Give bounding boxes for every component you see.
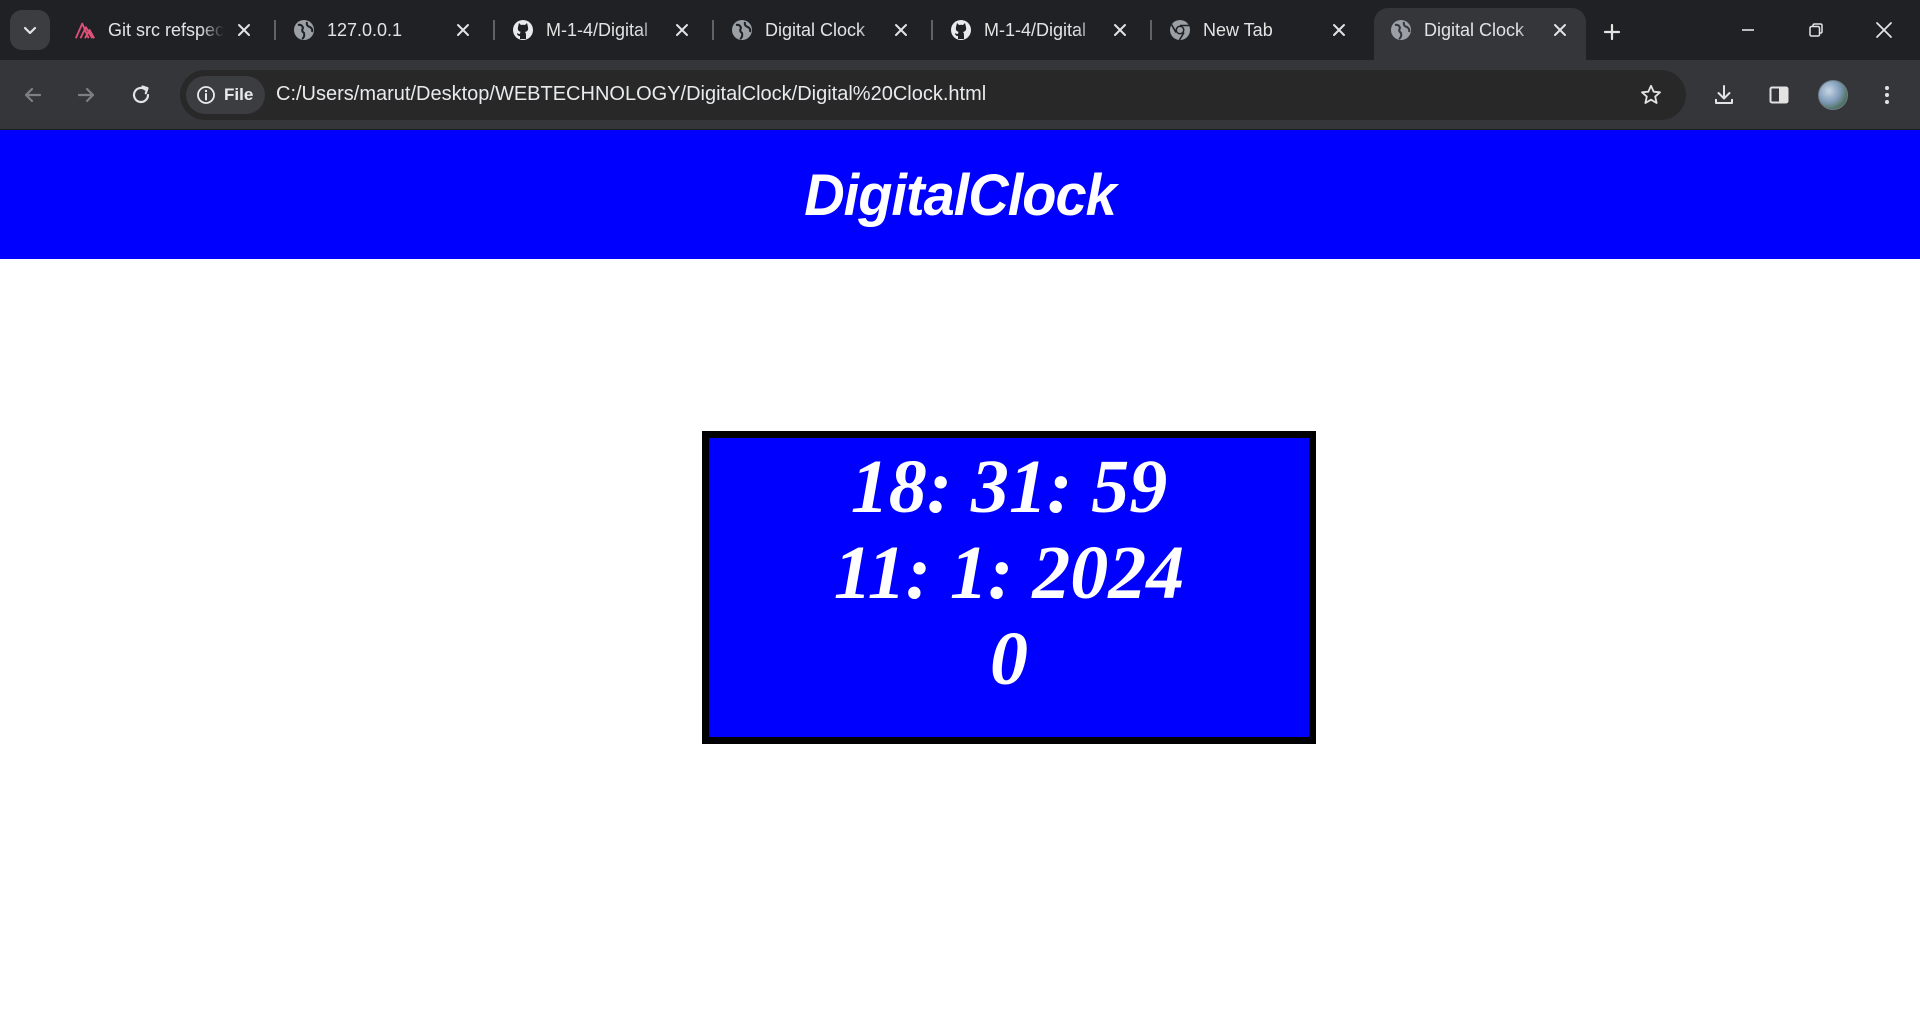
browser-tab[interactable]: New Tab xyxy=(1153,8,1365,52)
clock-extra-value: 0 xyxy=(990,617,1028,701)
clock-time: 18: 31: 59 xyxy=(850,445,1168,529)
browser-tab[interactable]: M-1-4/Digital xyxy=(496,8,708,52)
tab-separator xyxy=(493,20,495,40)
tab-search-button[interactable] xyxy=(10,10,50,50)
page-header: DigitalClock xyxy=(0,130,1920,259)
reload-icon xyxy=(132,85,150,104)
site-chip-label: File xyxy=(224,85,254,104)
browser-tab[interactable]: M-1-4/Digital xyxy=(934,8,1146,52)
browser-tab-active[interactable]: Digital Clock xyxy=(1374,8,1586,60)
side-panel-icon xyxy=(1769,86,1789,104)
chevron-down-icon xyxy=(23,26,37,35)
tab-title: New Tab xyxy=(1203,19,1273,40)
arrow-left-icon xyxy=(24,87,42,103)
github-icon xyxy=(950,19,972,41)
chrome-icon xyxy=(1169,19,1191,41)
browser-toolbar: File C:/Users/marut/Desktop/WEBTECHNOLOG… xyxy=(0,60,1920,130)
forward-button[interactable] xyxy=(64,73,108,117)
browser-tab[interactable]: 127.0.0.1 xyxy=(277,8,489,52)
tab-title: M-1-4/Digital xyxy=(546,19,649,40)
tab-separator xyxy=(1150,20,1152,40)
tab-title: M-1-4/Digital xyxy=(984,19,1087,40)
tab-title: Git src refspec xyxy=(108,19,224,40)
more-vertical-icon xyxy=(1885,86,1889,104)
tab-title: Digital Clock xyxy=(765,19,866,40)
tab-separator xyxy=(274,20,276,40)
tab-separator xyxy=(712,20,714,40)
address-bar[interactable]: File C:/Users/marut/Desktop/WEBTECHNOLOG… xyxy=(180,70,1686,120)
github-icon xyxy=(512,19,534,41)
git-refspec-icon xyxy=(74,19,96,41)
browser-menu-button[interactable] xyxy=(1865,73,1909,117)
close-icon xyxy=(1876,22,1892,38)
tab-title: 127.0.0.1 xyxy=(327,19,403,40)
globe-icon xyxy=(293,19,315,41)
address-url[interactable]: C:/Users/marut/Desktop/WEBTECHNOLOGY/Dig… xyxy=(276,83,986,106)
plus-icon xyxy=(1603,23,1621,41)
browser-tab[interactable]: Digital Clock xyxy=(715,8,927,52)
page-title: DigitalClock xyxy=(804,161,1117,228)
browser-tab[interactable]: Git src refspec xyxy=(58,8,270,52)
side-panel-button[interactable] xyxy=(1757,73,1801,117)
close-icon[interactable] xyxy=(1548,18,1572,42)
tab-separator xyxy=(931,20,933,40)
minimize-button[interactable] xyxy=(1724,10,1772,50)
globe-icon xyxy=(731,19,753,41)
clock-display: 18: 31: 59 11: 1: 2024 0 xyxy=(702,431,1316,744)
reload-button[interactable] xyxy=(119,73,163,117)
close-icon[interactable] xyxy=(670,18,694,42)
tab-title: Digital Clock xyxy=(1424,19,1525,40)
restore-icon xyxy=(1809,23,1823,37)
browser-tab-strip: Git src refspec 127.0.0.1 M-1-4/Digital … xyxy=(0,0,1920,60)
minimize-icon xyxy=(1742,29,1754,31)
close-icon[interactable] xyxy=(1327,18,1351,42)
profile-button[interactable] xyxy=(1811,73,1855,117)
new-tab-button[interactable] xyxy=(1594,14,1630,50)
downloads-button[interactable] xyxy=(1702,73,1746,117)
avatar xyxy=(1818,80,1848,110)
star-icon xyxy=(1641,84,1661,104)
site-info-chip[interactable]: File xyxy=(186,76,266,114)
close-icon[interactable] xyxy=(889,18,913,42)
close-icon[interactable] xyxy=(232,18,256,42)
globe-icon xyxy=(1390,19,1412,41)
clock-date: 11: 1: 2024 xyxy=(833,531,1185,615)
arrow-right-icon xyxy=(77,87,95,103)
info-icon xyxy=(197,86,215,104)
back-button[interactable] xyxy=(11,73,55,117)
bookmark-button[interactable] xyxy=(1636,80,1666,110)
close-icon[interactable] xyxy=(451,18,475,42)
close-window-button[interactable] xyxy=(1860,10,1908,50)
restore-button[interactable] xyxy=(1792,10,1840,50)
download-icon xyxy=(1715,85,1733,104)
close-icon[interactable] xyxy=(1108,18,1132,42)
